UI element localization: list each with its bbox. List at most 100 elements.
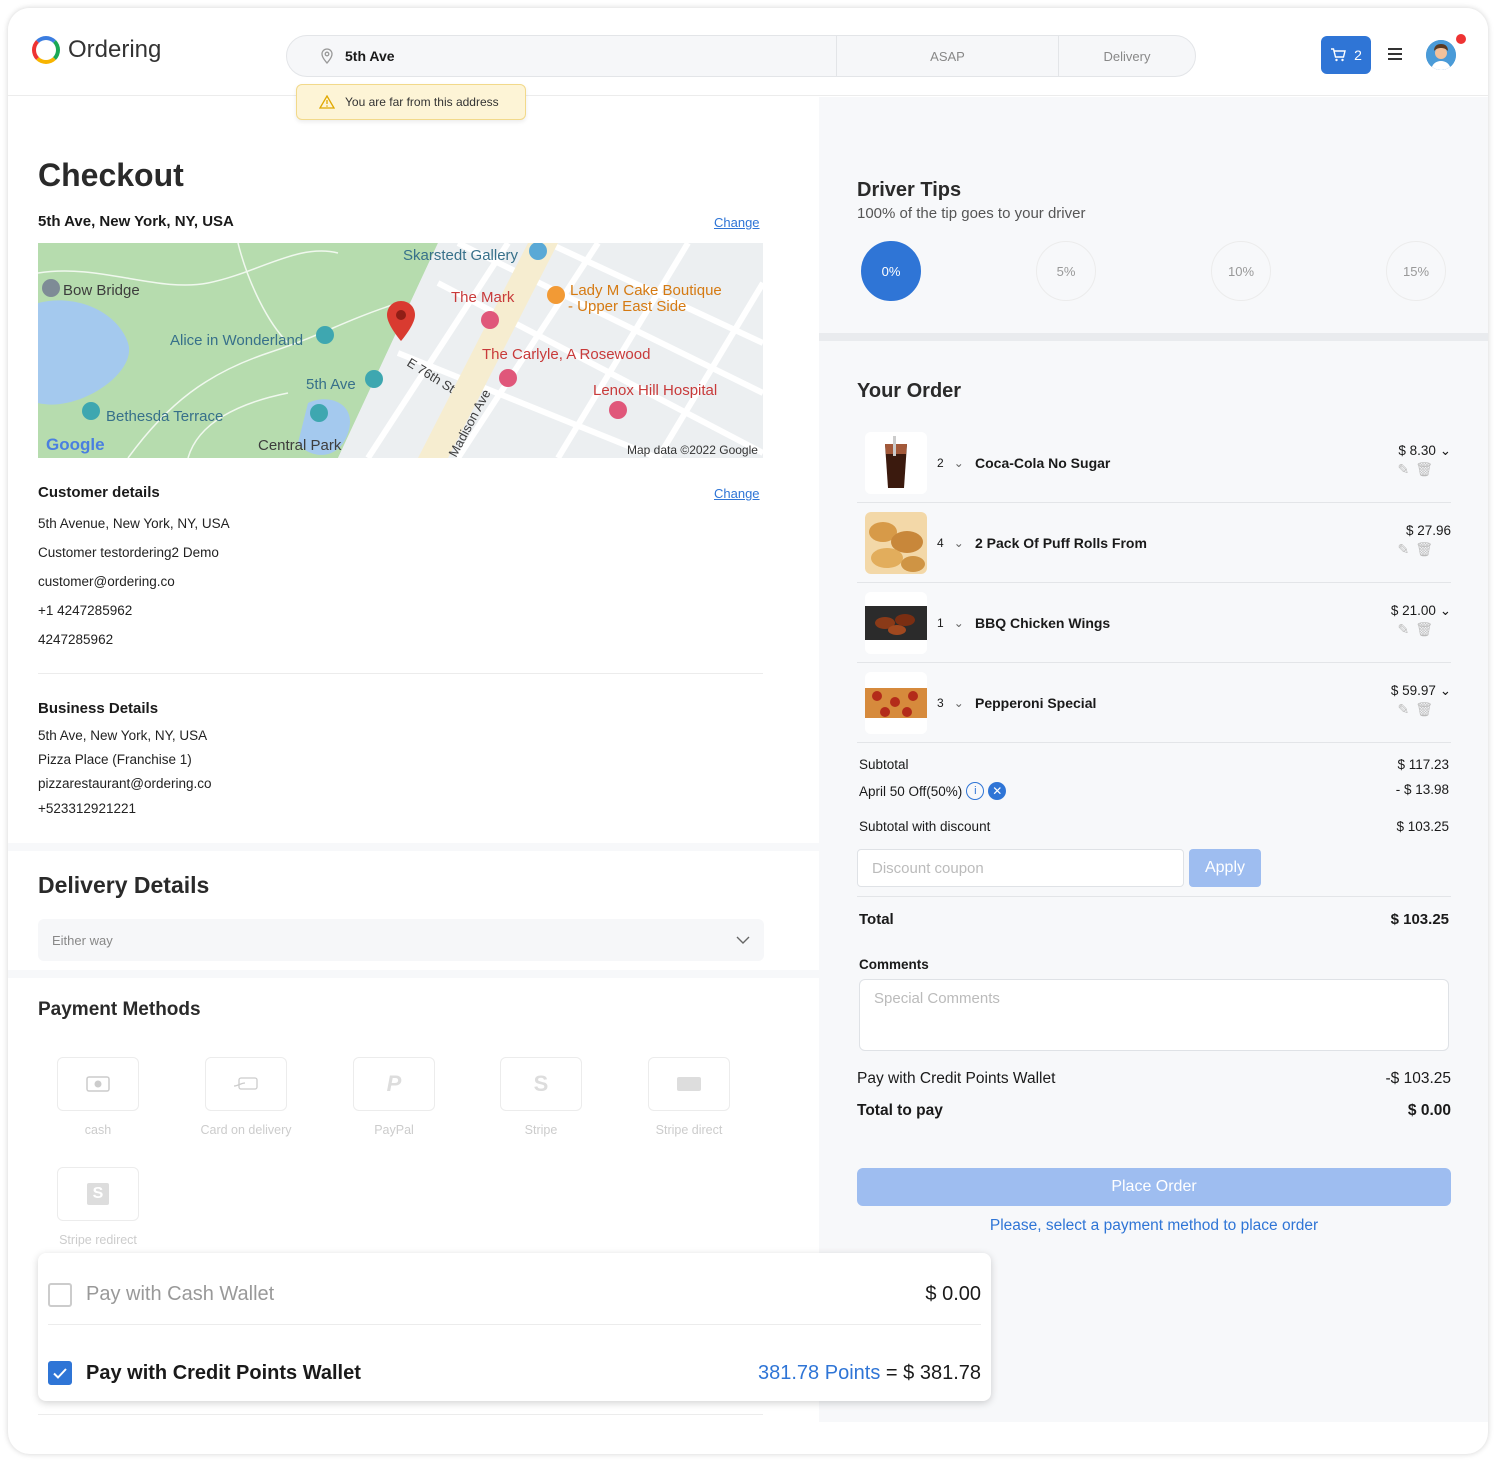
payment-method-stripe-redirect[interactable]: S Stripe redirect — [48, 1167, 148, 1247]
tip-option-15[interactable]: 15% — [1386, 241, 1446, 301]
delivery-map[interactable]: Skarstedt Gallery Bow Bridge The Mark La… — [38, 243, 763, 458]
edit-icon[interactable]: ✎ — [1397, 621, 1409, 638]
order-item: 1 ⌄ BBQ Chicken Wings $ 21.00 ⌄ ✎ 🗑 — [857, 583, 1451, 663]
change-customer-link[interactable]: Change — [714, 486, 760, 501]
location-pin-icon — [321, 48, 333, 64]
trash-icon[interactable]: 🗑 — [1415, 701, 1433, 718]
address-text: 5th Ave — [345, 48, 395, 64]
payment-method-label: Stripe redirect — [59, 1233, 137, 1247]
cart-count: 2 — [1354, 47, 1362, 63]
payment-method-card-on-delivery[interactable]: Card on delivery — [196, 1057, 296, 1137]
trash-icon[interactable]: 🗑 — [1415, 621, 1433, 638]
trash-icon[interactable]: 🗑 — [1415, 461, 1433, 478]
credit-points-wallet-checkbox[interactable] — [48, 1361, 72, 1385]
cash-wallet-label: Pay with Cash Wallet — [86, 1283, 275, 1305]
warning-icon — [319, 95, 335, 109]
edit-icon[interactable]: ✎ — [1397, 461, 1409, 478]
tip-option-10[interactable]: 10% — [1211, 241, 1271, 301]
credit-points-wallet-label: Pay with Credit Points Wallet — [86, 1361, 361, 1384]
discount-coupon-input[interactable]: Discount coupon — [857, 849, 1184, 887]
customer-details-title: Customer details — [38, 484, 160, 501]
remove-discount-icon[interactable]: ✕ — [988, 782, 1007, 800]
payment-methods-title: Payment Methods — [38, 999, 201, 1020]
header: Ordering 5th Ave ASAP Delivery You are f… — [8, 8, 1488, 120]
total-row: Total $ 103.25 — [859, 911, 1449, 928]
map-attribution: Map data ©2022 Google — [627, 443, 758, 457]
section-separator — [819, 333, 1488, 341]
subtotal-discount-label: Subtotal with discount — [859, 819, 991, 834]
apply-coupon-button[interactable]: Apply — [1189, 849, 1261, 887]
cash-wallet-checkbox[interactable] — [48, 1282, 72, 1307]
customer-phone: +1 4247285962 — [38, 603, 133, 618]
place-order-button[interactable]: Place Order — [857, 1168, 1451, 1206]
stripe-icon: S — [500, 1057, 582, 1111]
payment-method-hint: Please, select a payment method to place… — [989, 1217, 1319, 1234]
logo[interactable]: Ordering — [32, 36, 161, 64]
map-label: Bethesda Terrace — [106, 408, 223, 425]
credit-points-amount: $ 381.78 — [903, 1361, 981, 1384]
tip-option-0[interactable]: 0% — [861, 241, 921, 301]
address-selector[interactable]: 5th Ave — [287, 36, 837, 76]
total-to-pay-row: Total to pay $ 0.00 — [857, 1102, 1451, 1120]
trash-icon[interactable]: 🗑 — [1415, 541, 1433, 558]
chevron-down-icon — [736, 936, 750, 944]
item-name: BBQ Chicken Wings — [975, 614, 1111, 631]
info-icon[interactable]: i — [966, 782, 985, 800]
delivery-address: 5th Ave, New York, NY, USA — [38, 213, 234, 230]
chevron-down-icon: ⌄ — [953, 615, 964, 630]
notification-dot — [1456, 34, 1466, 44]
quantity-select[interactable]: 2 ⌄ — [937, 456, 967, 470]
customer-address: 5th Avenue, New York, NY, USA — [38, 516, 230, 531]
paypal-icon: P — [353, 1057, 435, 1111]
comments-textarea[interactable]: Special Comments — [859, 979, 1449, 1051]
chevron-down-icon: ⌄ — [1439, 682, 1451, 698]
order-type-selector[interactable]: Delivery — [1059, 36, 1195, 76]
wallet-payment-label: Pay with Credit Points Wallet — [857, 1070, 1056, 1087]
divider — [857, 896, 1451, 897]
far-address-warning: You are far from this address — [296, 84, 526, 120]
user-avatar[interactable] — [1426, 40, 1456, 70]
order-sidebar: Driver Tips 100% of the tip goes to your… — [819, 97, 1488, 1422]
payment-method-paypal[interactable]: P PayPal — [344, 1057, 444, 1137]
credit-points-wallet-row[interactable]: Pay with Credit Points Wallet 381.78 Poi… — [48, 1343, 981, 1403]
map-label: Lady M Cake Boutique — [570, 282, 722, 299]
time-selector[interactable]: ASAP — [837, 36, 1059, 76]
map-label: Skarstedt Gallery — [403, 247, 519, 264]
payment-method-cash[interactable]: cash — [48, 1057, 148, 1137]
quantity-select[interactable]: 1 ⌄ — [937, 616, 967, 630]
edit-icon[interactable]: ✎ — [1397, 541, 1409, 558]
map-label: The Carlyle, A Rosewood — [482, 346, 650, 363]
business-address: 5th Ave, New York, NY, USA — [38, 728, 208, 743]
map-label: Lenox Hill Hospital — [593, 382, 717, 399]
change-address-link[interactable]: Change — [714, 215, 760, 230]
quantity-select[interactable]: 4 ⌄ — [937, 536, 967, 550]
payment-method-stripe-direct[interactable]: Stripe direct — [639, 1057, 739, 1137]
item-price: $ 59.97 ⌄ — [1390, 682, 1451, 698]
credit-points-value: 381.78 Points — [758, 1361, 881, 1384]
product-image — [865, 671, 927, 734]
cash-wallet-row[interactable]: Pay with Cash Wallet $ 0.00 — [48, 1265, 981, 1325]
warning-text: You are far from this address — [345, 95, 499, 109]
driver-tips-title: Driver Tips — [857, 179, 962, 201]
comments-label: Comments — [859, 957, 929, 972]
edit-icon[interactable]: ✎ — [1397, 701, 1409, 718]
delivery-option-select[interactable]: Either way — [38, 919, 764, 961]
map-label: Bow Bridge — [63, 282, 140, 299]
business-phone: +523312921221 — [38, 801, 136, 816]
hamburger-menu-icon[interactable] — [1388, 48, 1402, 60]
chevron-down-icon: ⌄ — [953, 535, 964, 550]
quantity-select[interactable]: 3 ⌄ — [937, 696, 967, 710]
tip-option-5[interactable]: 5% — [1036, 241, 1096, 301]
item-name: 2 Pack Of Puff Rolls From — [975, 534, 1147, 551]
chevron-down-icon: ⌄ — [953, 455, 964, 470]
cart-icon — [1331, 48, 1346, 62]
cart-button[interactable]: 2 — [1321, 36, 1371, 74]
product-image — [865, 431, 927, 494]
chevron-down-icon: ⌄ — [1439, 602, 1451, 618]
payment-method-stripe[interactable]: S Stripe — [491, 1057, 591, 1137]
subtotal-value: $ 117.23 — [1397, 757, 1449, 772]
divider — [38, 673, 763, 674]
customer-name: Customer testordering2 Demo — [38, 545, 219, 560]
total-label: Total — [859, 911, 894, 928]
customer-cellphone: 4247285962 — [38, 632, 114, 647]
